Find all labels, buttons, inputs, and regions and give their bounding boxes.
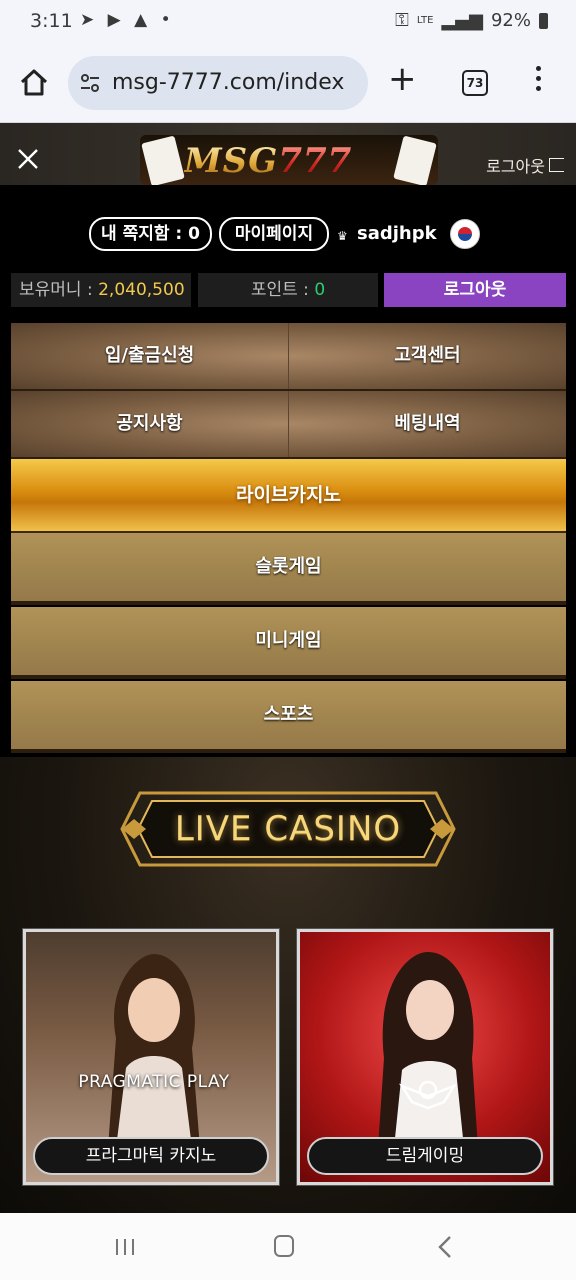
battery-percent: 92% <box>490 10 531 31</box>
logo-text: MSG777 <box>184 141 353 181</box>
user-panel: 내 쪽지함 : 0 마이페이지 ♛ sadjhpk 보유머니 : 2,040,5… <box>0 185 576 757</box>
menu-mini-game[interactable]: 미니게임 <box>11 607 566 679</box>
back-icon[interactable] <box>436 1235 456 1259</box>
site-settings-icon[interactable] <box>80 72 100 94</box>
logout-icon <box>549 158 564 172</box>
site-header: MSG777 로그아웃 <box>0 123 576 185</box>
battery-icon <box>539 12 548 29</box>
game-card-pragmatic[interactable]: PRAGMATIC PLAY 프라그마틱 카지노 <box>22 928 280 1186</box>
points-value: 0 <box>314 280 326 300</box>
balance-display: 보유머니 : 2,040,500 <box>11 273 191 307</box>
crown-icon: ♛ <box>337 229 348 243</box>
header-logout-link[interactable]: 로그아웃 <box>486 153 564 177</box>
telegram-icon: ➤ <box>80 10 99 30</box>
dealer-figure-icon <box>108 954 200 1148</box>
status-bar: 3:11 ➤ ▶ ▲ • ⚿ LTE ▂▄▆ 92% <box>0 0 576 44</box>
points-display: 포인트 : 0 <box>198 273 378 307</box>
balance-value: 2,040,500 <box>98 280 185 300</box>
username: sadjhpk <box>357 223 437 244</box>
playing-card-icon <box>393 135 437 185</box>
clock: 3:11 <box>30 10 73 32</box>
menu-bet-history[interactable]: 베팅내역 <box>289 391 566 457</box>
home-icon[interactable] <box>16 64 52 100</box>
game-button-pragmatic[interactable]: 프라그마틱 카지노 <box>33 1137 269 1175</box>
browser-toolbar: msg-7777.com/index + 73 <box>0 44 576 123</box>
live-casino-section: LIVE CASINO PRAGMATIC PLAY 프라그마틱 카지노 드림게… <box>0 757 576 1213</box>
provider-logo: PRAGMATIC PLAY <box>78 1072 230 1092</box>
menu-notice[interactable]: 공지사항 <box>11 391 289 457</box>
notification-icons: ➤ ▶ ▲ • <box>80 10 175 30</box>
address-bar[interactable]: msg-7777.com/index <box>68 56 368 110</box>
warning-icon: ▲ <box>134 10 152 30</box>
dream-gaming-logo-icon <box>398 1080 458 1110</box>
live-casino-banner: LIVE CASINO <box>120 787 456 871</box>
dealer-figure-icon <box>378 952 478 1148</box>
menu-deposit-withdraw[interactable]: 입/출금신청 <box>11 323 289 389</box>
close-icon[interactable] <box>16 147 40 171</box>
logout-button[interactable]: 로그아웃 <box>384 273 566 307</box>
menu-sports[interactable]: 스포츠 <box>11 681 566 753</box>
menu-customer-center[interactable]: 고객센터 <box>289 323 566 389</box>
home-button-icon[interactable] <box>274 1235 294 1257</box>
recent-apps-icon[interactable] <box>114 1237 136 1257</box>
korea-flag-icon <box>450 219 480 249</box>
lte-indicator: LTE <box>416 15 434 26</box>
playing-card-icon <box>141 135 185 185</box>
status-right: ⚿ LTE ▂▄▆ 92% <box>395 10 548 31</box>
youtube-icon: ▶ <box>107 10 125 30</box>
signal-icon: ▂▄▆ <box>441 10 483 31</box>
menu-slot-game[interactable]: 슬롯게임 <box>11 533 566 605</box>
game-card-dream[interactable]: 드림게이밍 <box>296 928 554 1186</box>
menu-kebab-icon[interactable] <box>536 66 542 96</box>
menu-row-1: 입/출금신청 고객센터 <box>11 323 566 391</box>
menu-live-casino[interactable]: 라이브카지노 <box>11 459 566 533</box>
tab-switcher-button[interactable]: 73 <box>462 70 488 96</box>
site-logo[interactable]: MSG777 <box>140 135 438 185</box>
balance-label: 보유머니 : <box>19 280 99 300</box>
url-text[interactable]: msg-7777.com/index <box>112 70 344 95</box>
system-nav-bar <box>0 1213 576 1280</box>
banner-title: LIVE CASINO <box>174 809 402 849</box>
game-button-dream[interactable]: 드림게이밍 <box>307 1137 543 1175</box>
menu-row-2: 공지사항 베팅내역 <box>11 391 566 459</box>
messages-button[interactable]: 내 쪽지함 : 0 <box>89 217 212 251</box>
dot-icon: • <box>160 10 175 30</box>
header-logout-label: 로그아웃 <box>486 157 545 176</box>
mypage-button[interactable]: 마이페이지 <box>219 217 329 251</box>
points-label: 포인트 : <box>250 280 315 300</box>
new-tab-button[interactable]: + <box>388 62 417 96</box>
key-icon: ⚿ <box>395 10 409 31</box>
